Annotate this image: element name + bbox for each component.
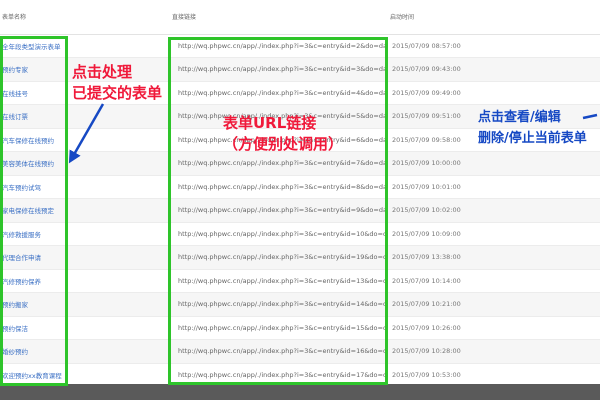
annotation-view-edit: 点击查看/编辑 删除/停止当前表单 bbox=[478, 107, 587, 149]
start-time-cell: 2015/07/09 10:02:00 bbox=[388, 198, 600, 223]
table-header-row: 表单名称 直接链接 启动时间 bbox=[0, 0, 600, 35]
annotation-line: 点击处理 bbox=[72, 63, 133, 81]
start-time-cell: 2015/07/09 10:26:00 bbox=[388, 316, 600, 340]
screenshot-frame: 表单名称 直接链接 启动时间 全年段类型演示表单 http://wq.phpwc.… bbox=[0, 0, 600, 400]
header-direct-link: 直接链接 bbox=[170, 0, 388, 35]
annotation-line: 删除/停止当前表单 bbox=[478, 131, 587, 146]
annotation-process-forms: 点击处理 已提交的表单 bbox=[72, 62, 162, 104]
url-highlight-box bbox=[168, 37, 388, 385]
start-time-cell: 2015/07/09 10:28:00 bbox=[388, 339, 600, 364]
start-time-cell: 2015/07/09 08:57:00 bbox=[388, 34, 600, 58]
start-time-cell: 2015/07/09 10:53:00 bbox=[388, 363, 600, 387]
bottom-shadow bbox=[0, 384, 600, 400]
start-time-cell: 2015/07/09 10:14:00 bbox=[388, 269, 600, 293]
annotation-form-url: 表单URL链接 （方便别处调用） bbox=[223, 113, 343, 155]
start-time-cell: 2015/07/09 09:49:00 bbox=[388, 81, 600, 105]
header-start-time: 启动时间 bbox=[388, 0, 600, 35]
start-time-cell: 2015/07/09 10:01:00 bbox=[388, 175, 600, 199]
header-form-name: 表单名称 bbox=[0, 0, 170, 35]
start-time-cell: 2015/07/09 10:09:00 bbox=[388, 222, 600, 246]
annotation-line: 已提交的表单 bbox=[72, 84, 163, 102]
form-name-highlight-box bbox=[0, 36, 68, 386]
annotation-line: 点击查看/编辑 bbox=[478, 110, 561, 125]
start-time-cell: 2015/07/09 09:43:00 bbox=[388, 57, 600, 82]
start-time-cell: 2015/07/09 10:00:00 bbox=[388, 151, 600, 176]
annotation-line: （方便别处调用） bbox=[223, 135, 344, 153]
start-time-cell: 2015/07/09 10:21:00 bbox=[388, 292, 600, 317]
annotation-line: 表单URL链接 bbox=[223, 114, 317, 132]
start-time-cell: 2015/07/09 13:38:00 bbox=[388, 245, 600, 270]
